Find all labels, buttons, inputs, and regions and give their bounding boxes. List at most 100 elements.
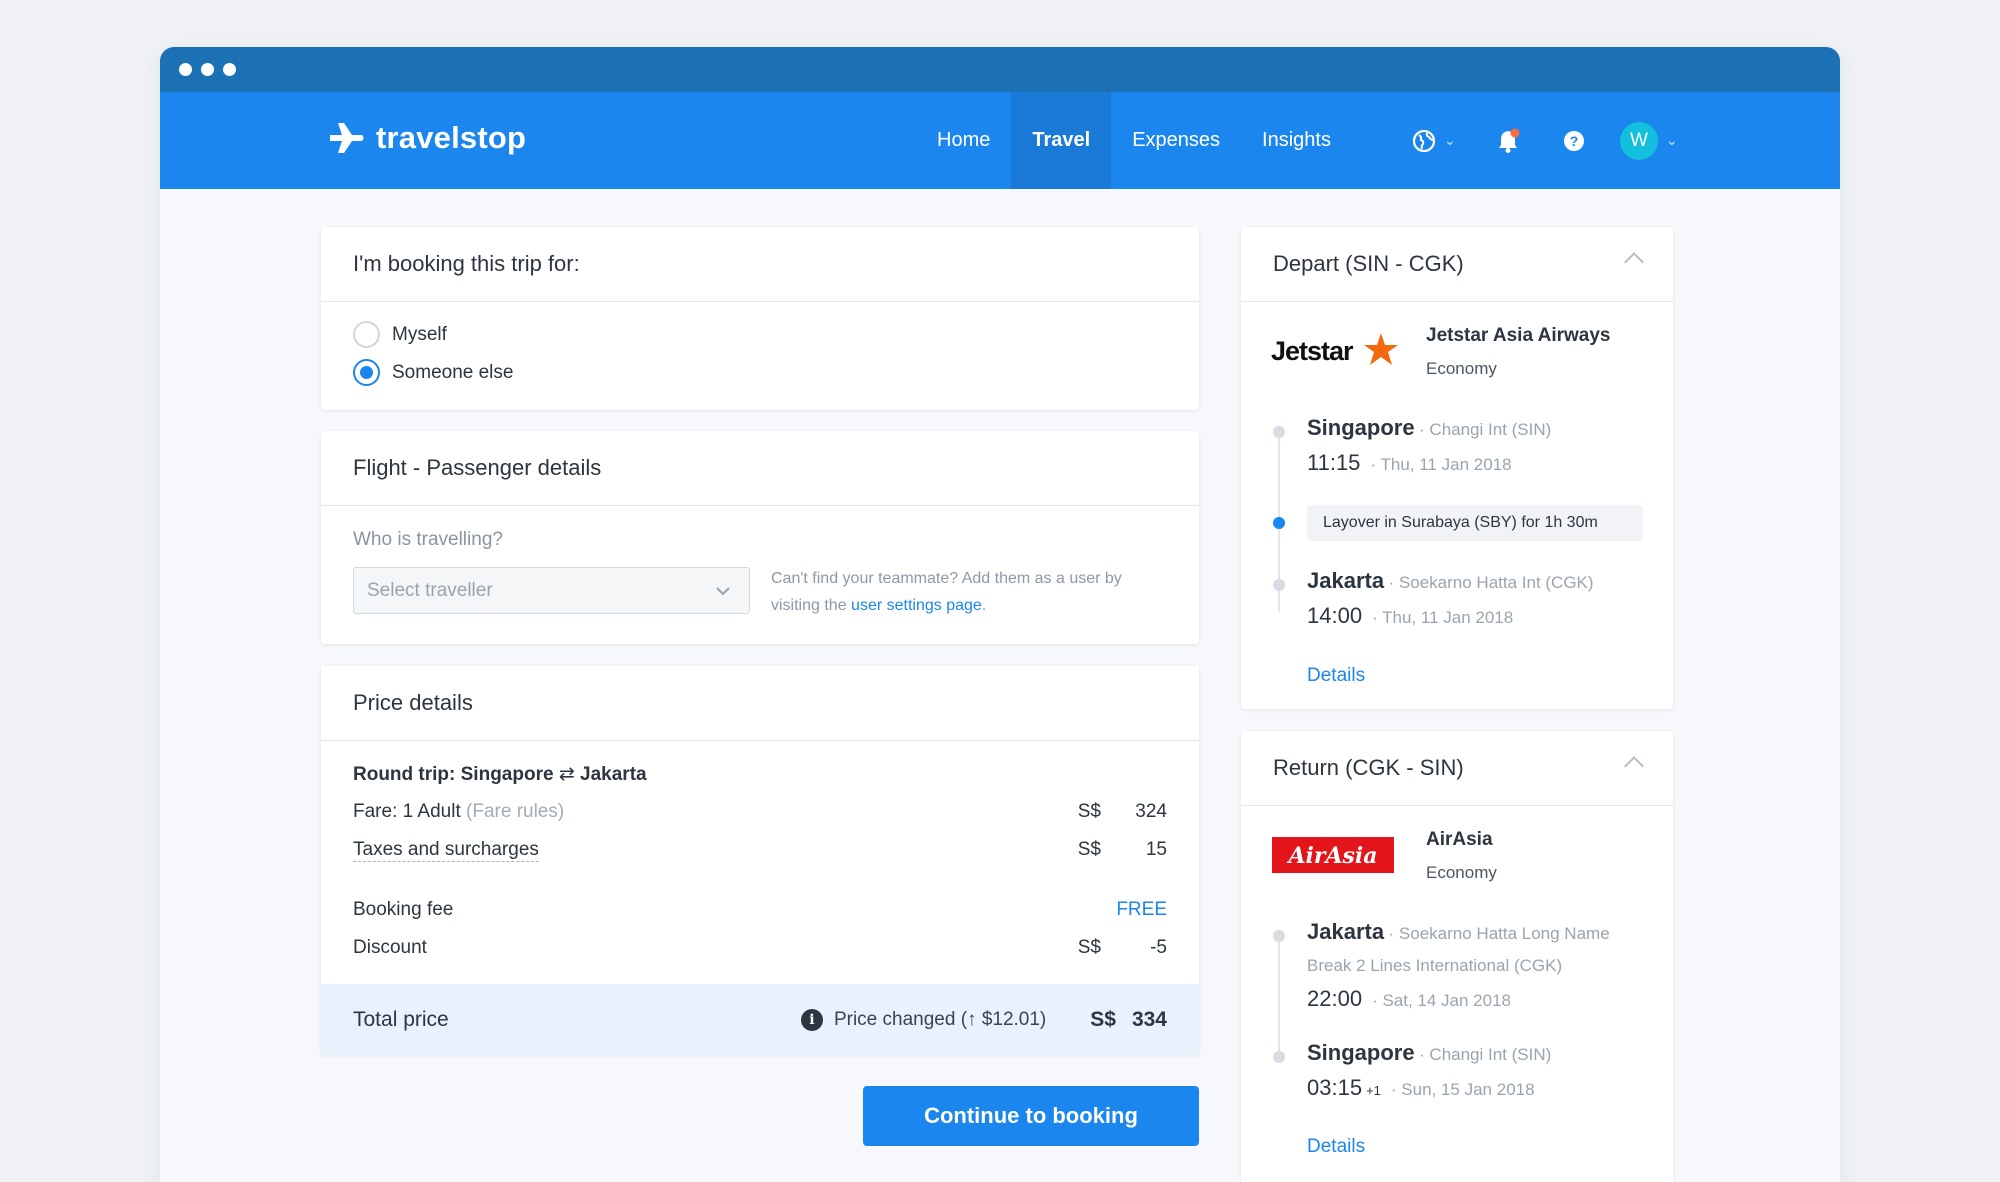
departure-time: 22:00: [1307, 986, 1363, 1011]
city-name: Singapore: [1307, 415, 1415, 440]
option-label: Myself: [392, 323, 447, 345]
nav-travel[interactable]: Travel: [1011, 92, 1112, 189]
city-name: Singapore: [1307, 1040, 1415, 1065]
route-origin: Round trip: Singapore: [353, 764, 554, 785]
window-dot: [223, 63, 236, 76]
user-settings-link[interactable]: user settings page: [851, 597, 982, 614]
route-summary: Round trip: Singapore ⇄ Jakarta: [353, 763, 1167, 786]
price-details-card: Price details Round trip: Singapore ⇄ Ja…: [321, 666, 1199, 1055]
jetstar-logo: Jetstar: [1271, 333, 1398, 366]
info-icon: i: [800, 1008, 823, 1031]
depart-title: Depart (SIN - CGK): [1241, 227, 1673, 302]
option-myself[interactable]: Myself: [353, 321, 447, 348]
plane-icon: [330, 123, 364, 153]
teammate-hint: Can't find your teammate? Add them as a …: [771, 565, 1171, 619]
taxes-row: Taxes and surcharges S$ 15: [353, 839, 1167, 862]
svg-text:?: ?: [1570, 133, 1579, 149]
timeline-dot: [1273, 426, 1285, 438]
airport-name: · Soekarno Hatta Int (CGK): [1388, 573, 1594, 592]
logo-text: AirAsia: [1286, 843, 1377, 869]
airasia-logo: AirAsia: [1272, 837, 1394, 873]
continue-to-booking-button[interactable]: Continue to booking: [863, 1086, 1199, 1146]
radio-someone-else[interactable]: [353, 359, 380, 386]
fare-rules-link[interactable]: (Fare rules): [466, 801, 564, 822]
notifications-button[interactable]: [1496, 92, 1520, 189]
globe-icon: [1412, 129, 1436, 152]
chevron-down-icon: ⌄: [1666, 132, 1678, 148]
price-changed-notice: i Price changed (↑ $12.01): [800, 1008, 1047, 1031]
traveller-select[interactable]: Select traveller: [353, 567, 750, 614]
fare-amount: 324: [1135, 801, 1167, 822]
main-nav: Home Travel Expenses Insights: [916, 92, 1352, 189]
currency: S$: [1090, 1007, 1116, 1031]
airport-name: · Changi Int (SIN): [1419, 420, 1552, 439]
discount-amount: -5: [1150, 937, 1167, 958]
round-trip-icon: ⇄: [558, 764, 575, 785]
passenger-details-card: Flight - Passenger details Who is travel…: [321, 431, 1199, 644]
language-selector[interactable]: ⌄: [1412, 92, 1456, 189]
window-titlebar: [160, 47, 1840, 92]
arrow-up-icon: ↑: [967, 1008, 977, 1030]
booking-for-card: I'm booking this trip for: Myself Someon…: [321, 227, 1199, 410]
departure-date: · Thu, 11 Jan 2018: [1370, 455, 1512, 474]
timeline-dot-layover: [1273, 517, 1285, 529]
brand-logo[interactable]: travelstop: [328, 120, 526, 156]
passenger-details-title: Flight - Passenger details: [321, 431, 1199, 506]
who-travelling-label: Who is travelling?: [353, 529, 503, 550]
help-icon: ?: [1564, 130, 1584, 151]
option-label: Someone else: [392, 361, 514, 383]
bell-icon: [1499, 128, 1520, 153]
app-header: travelstop Home Travel Expenses Insights…: [160, 92, 1840, 189]
price-changed-text: Price changed (: [833, 1008, 968, 1030]
return-flight-card: Return (CGK - SIN) AirAsia AirAsia Econo…: [1241, 731, 1673, 1182]
return-title: Return (CGK - SIN): [1241, 731, 1673, 806]
brand-name: travelstop: [376, 120, 527, 155]
price-changed-amount: $12.01): [981, 1008, 1047, 1030]
arrival-stop: Singapore · Changi Int (SIN) 03:15 +1 · S…: [1307, 1039, 1649, 1101]
taxes-label[interactable]: Taxes and surcharges: [353, 839, 539, 862]
arrival-time: 14:00: [1307, 603, 1363, 628]
departure-date: · Sat, 14 Jan 2018: [1372, 991, 1511, 1010]
discount-row: Discount S$ -5: [353, 937, 1167, 959]
cabin-class: Economy: [1426, 359, 1497, 378]
return-details-link[interactable]: Details: [1307, 1136, 1365, 1158]
timeline-dot: [1273, 579, 1285, 591]
arrival-date: · Thu, 11 Jan 2018: [1372, 608, 1514, 627]
arrival-stop: Jakarta · Soekarno Hatta Int (CGK) 14:00…: [1307, 567, 1649, 629]
avatar: W: [1620, 121, 1658, 160]
departure-time: 11:15: [1307, 450, 1361, 475]
hint-end: .: [981, 597, 987, 614]
nav-home[interactable]: Home: [916, 92, 1011, 189]
select-placeholder: Select traveller: [367, 579, 493, 601]
fare-row: Fare: 1 Adult (Fare rules) S$ 324: [353, 801, 1167, 823]
city-name: Jakarta: [1307, 568, 1385, 593]
day-offset: +1: [1366, 1083, 1381, 1098]
logo-text: Jetstar: [1271, 336, 1354, 366]
route-destination: Jakarta: [580, 764, 647, 785]
depart-details-link[interactable]: Details: [1307, 665, 1365, 687]
total-price-label: Total price: [353, 1007, 449, 1031]
total-amount: 334: [1131, 1007, 1167, 1031]
help-button[interactable]: ?: [1562, 92, 1586, 189]
chevron-down-icon: [716, 586, 730, 595]
timeline-dot: [1273, 930, 1285, 942]
city-name: Jakarta: [1307, 919, 1385, 944]
user-menu[interactable]: W ⌄: [1620, 92, 1678, 189]
booking-for-title: I'm booking this trip for:: [321, 227, 1199, 302]
airport-name: · Changi Int (SIN): [1419, 1045, 1552, 1064]
nav-expenses[interactable]: Expenses: [1111, 92, 1241, 189]
airline-name: AirAsia: [1426, 829, 1493, 850]
window-dot: [201, 63, 214, 76]
airline-name: Jetstar Asia Airways: [1426, 325, 1611, 346]
radio-myself[interactable]: [353, 321, 380, 348]
departure-stop: Jakarta · Soekarno Hatta Long Name Break…: [1307, 918, 1623, 1012]
layover-badge: Layover in Surabaya (SBY) for 1h 30m: [1307, 505, 1643, 541]
depart-flight-card: Depart (SIN - CGK) Jetstar Jetstar Asia …: [1241, 227, 1673, 709]
arrival-time: 03:15: [1307, 1075, 1363, 1100]
nav-insights[interactable]: Insights: [1241, 92, 1352, 189]
discount-label: Discount: [353, 937, 427, 958]
total-price-bar: Total price i Price changed (↑ $12.01) S…: [321, 984, 1199, 1055]
option-someone-else[interactable]: Someone else: [353, 359, 513, 386]
currency: S$: [1077, 839, 1101, 860]
taxes-amount: 15: [1145, 839, 1167, 860]
